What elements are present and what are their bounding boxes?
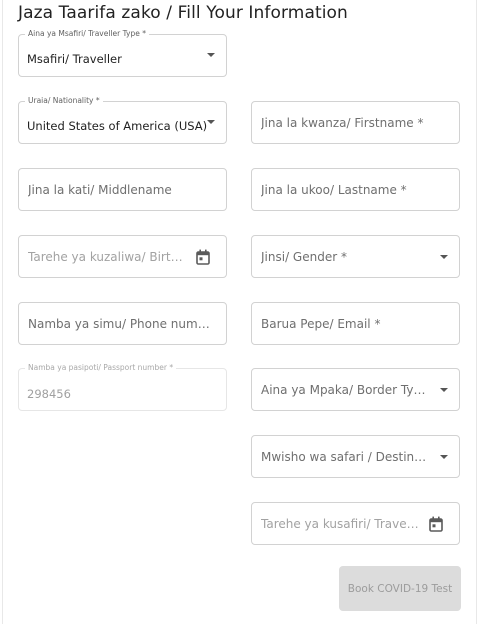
passport-value: 298456 — [27, 387, 71, 401]
phone-field[interactable]: Namba ya simu/ Phone number — [18, 302, 227, 345]
firstname-placeholder: Jina la kwanza/ Firstname * — [261, 116, 424, 130]
chevron-down-icon — [207, 53, 215, 57]
passport-label: Namba ya pasipoti/ Passport number * — [25, 363, 177, 372]
chevron-down-icon — [440, 388, 448, 392]
travel-date-field[interactable]: Tarehe ya kusafiri/ Travelli... — [251, 502, 460, 545]
birthdate-field[interactable]: Tarehe ya kuzaliwa/ Birthd... — [18, 235, 227, 278]
calendar-icon[interactable] — [196, 249, 210, 265]
destination-placeholder: Mwisho wa safari / Destinatio... — [261, 450, 429, 464]
travel-date-placeholder: Tarehe ya kusafiri/ Travelli... — [261, 517, 419, 531]
calendar-icon[interactable] — [429, 516, 443, 532]
email-placeholder: Barua Pepe/ Email * — [261, 317, 381, 331]
passport-field: Namba ya pasipoti/ Passport number * 298… — [18, 363, 227, 411]
gender-select[interactable]: Jinsi/ Gender * — [251, 235, 460, 278]
lastname-field[interactable]: Jina la ukoo/ Lastname * — [251, 168, 460, 211]
book-covid-test-button[interactable]: Book COVID-19 Test — [339, 566, 461, 611]
nationality-value: United States of America (USA) — [27, 119, 208, 133]
gender-placeholder: Jinsi/ Gender * — [261, 250, 347, 264]
border-type-placeholder: Aina ya Mpaka/ Border Type * — [261, 383, 429, 397]
middlename-field[interactable]: Jina la kati/ Middlename — [18, 168, 227, 211]
lastname-placeholder: Jina la ukoo/ Lastname * — [261, 183, 407, 197]
email-field[interactable]: Barua Pepe/ Email * — [251, 302, 460, 345]
chevron-down-icon — [440, 455, 448, 459]
traveller-type-label: Aina ya Msafiri/ Traveller Type * — [25, 29, 149, 38]
traveller-type-select[interactable]: Aina ya Msafiri/ Traveller Type * Msafir… — [18, 29, 227, 77]
traveller-type-value: Msafiri/ Traveller — [27, 52, 122, 66]
nationality-label: Uraia/ Nationality * — [25, 96, 103, 105]
nationality-select[interactable]: Uraia/ Nationality * United States of Am… — [18, 96, 227, 144]
chevron-down-icon — [440, 255, 448, 259]
chevron-down-icon — [207, 120, 215, 124]
middlename-placeholder: Jina la kati/ Middlename — [28, 183, 172, 197]
firstname-field[interactable]: Jina la kwanza/ Firstname * — [251, 101, 460, 144]
birthdate-placeholder: Tarehe ya kuzaliwa/ Birthd... — [28, 250, 186, 264]
border-type-select[interactable]: Aina ya Mpaka/ Border Type * — [251, 368, 460, 411]
page-title: Jaza Taarifa zako / Fill Your Informatio… — [18, 3, 348, 23]
destination-select[interactable]: Mwisho wa safari / Destinatio... — [251, 435, 460, 478]
phone-placeholder: Namba ya simu/ Phone number — [28, 317, 216, 331]
